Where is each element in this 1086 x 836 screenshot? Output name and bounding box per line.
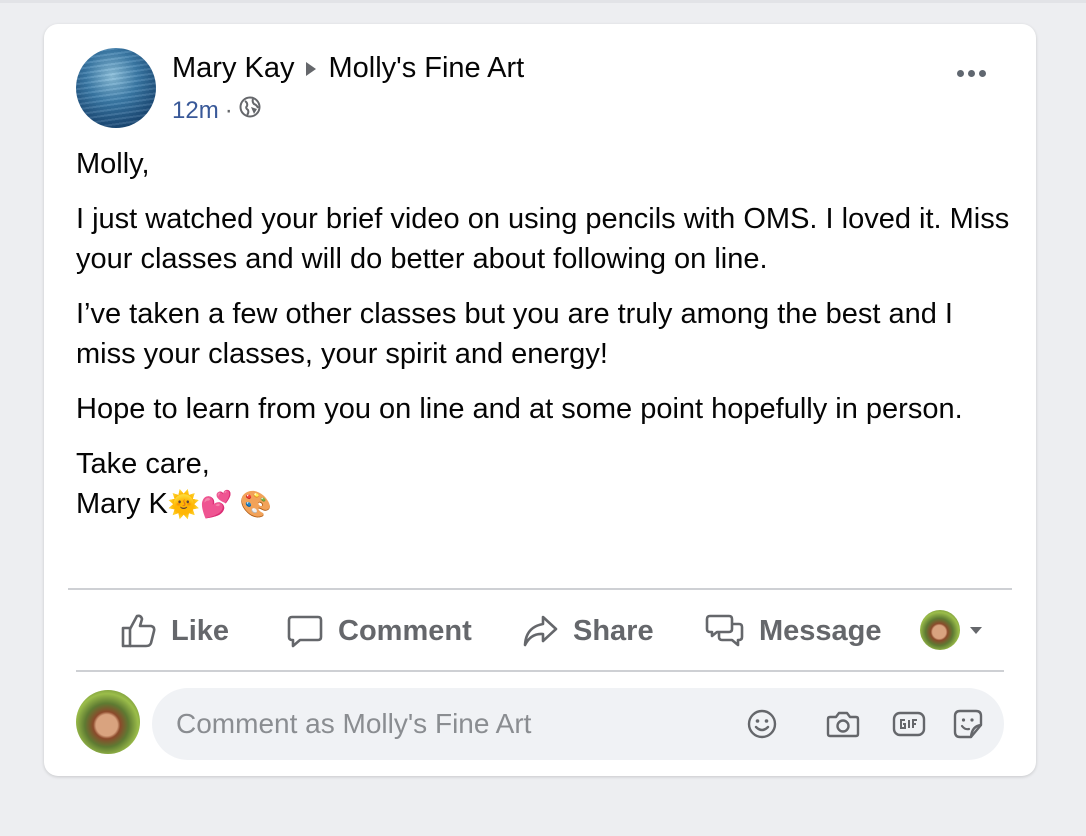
post-timestamp[interactable]: 12m (172, 97, 219, 125)
post-card: Mary Kay Molly's Fine Art 12m · Molly, I… (44, 24, 1036, 776)
like-label: Like (171, 614, 230, 647)
post-body: Molly, I just watched your brief video o… (76, 144, 1011, 524)
post-paragraph: I’ve taken a few other classes but you a… (76, 298, 953, 370)
globe-icon[interactable] (239, 96, 261, 125)
more-options-icon[interactable] (957, 70, 986, 77)
author-avatar[interactable] (76, 48, 156, 128)
meta-separator: · (224, 96, 233, 124)
share-label: Share (573, 614, 654, 647)
commenter-avatar[interactable] (76, 690, 140, 754)
chevron-down-icon[interactable] (970, 627, 982, 634)
post-closing: Take care, Mary K🌞💕 🎨 (76, 444, 1011, 524)
emoji-icon[interactable] (746, 708, 778, 740)
comment-label: Comment (338, 614, 472, 647)
author-name-link[interactable]: Mary Kay (172, 52, 294, 85)
gif-icon[interactable] (892, 708, 926, 740)
comment-input[interactable] (176, 688, 736, 760)
post-meta: 12m · (172, 96, 261, 125)
comment-button[interactable]: Comment (286, 604, 472, 658)
acting-as-avatar[interactable] (920, 610, 960, 650)
post-header-names: Mary Kay Molly's Fine Art (172, 52, 524, 85)
top-divider (0, 0, 1086, 3)
thumbs-up-icon (119, 612, 157, 650)
signature-text: Mary K (76, 488, 168, 520)
signature-emojis: 🌞💕 🎨 (167, 489, 273, 519)
arrow-right-icon (306, 61, 317, 76)
camera-icon[interactable] (826, 708, 860, 740)
speech-bubble-icon (286, 612, 324, 650)
closing-text: Take care, (76, 448, 210, 480)
post-paragraph: I just watched your brief video on using… (76, 203, 1010, 275)
message-label: Message (759, 614, 882, 647)
messages-icon (705, 612, 745, 650)
like-button[interactable]: Like (119, 604, 229, 658)
share-arrow-icon (521, 612, 559, 650)
post-paragraph: Hope to learn from you on line and at so… (76, 393, 963, 425)
comment-composer[interactable] (152, 688, 1004, 760)
divider (68, 588, 1012, 590)
sticker-icon[interactable] (952, 708, 984, 740)
message-button[interactable]: Message (705, 604, 882, 658)
divider (76, 670, 1004, 672)
post-greeting: Molly, (76, 148, 150, 180)
target-page-link[interactable]: Molly's Fine Art (328, 52, 524, 85)
post-actions: Like Comment Share Message (44, 604, 1036, 658)
share-button[interactable]: Share (521, 604, 654, 658)
